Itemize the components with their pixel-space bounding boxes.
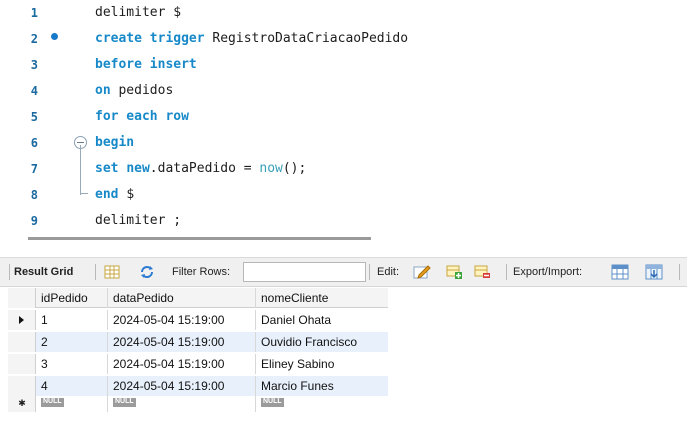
- row-header[interactable]: [8, 310, 36, 330]
- line-number: 6: [30, 136, 38, 150]
- code-text: on pedidos: [95, 83, 174, 98]
- toolbar-separator: [506, 264, 507, 280]
- column-header[interactable]: dataPedido: [108, 288, 256, 308]
- line-number: 8: [30, 188, 38, 202]
- line-number: 2: [30, 32, 38, 46]
- code-text: set new.dataPedido = now();: [95, 161, 307, 176]
- column-header[interactable]: idPedido: [36, 288, 108, 308]
- scrollbar-thumb[interactable]: [28, 237, 371, 240]
- grid-view-icon[interactable]: [104, 265, 120, 279]
- code-line[interactable]: 5 for each row: [0, 104, 687, 130]
- code-text: end $: [95, 187, 135, 202]
- line-number: 1: [30, 6, 38, 20]
- toolbar-separator: [369, 264, 370, 280]
- table-cell[interactable]: Daniel Ohata: [256, 310, 388, 330]
- table-cell[interactable]: 2024-05-04 15:19:00: [108, 310, 256, 330]
- row-header[interactable]: [8, 332, 36, 352]
- toolbar-separator: [9, 264, 10, 280]
- table-row[interactable]: 4 2024-05-04 15:19:00 Marcio Funes: [8, 376, 388, 396]
- null-cell[interactable]: NULL: [108, 396, 256, 412]
- code-line[interactable]: 6 begin: [0, 130, 687, 156]
- null-badge: NULL: [261, 398, 284, 407]
- add-row-icon[interactable]: [446, 265, 462, 279]
- fold-guide: [80, 145, 81, 195]
- import-icon[interactable]: [645, 264, 663, 280]
- line-number: 4: [30, 84, 38, 98]
- code-text: for each row: [95, 109, 189, 124]
- column-header[interactable]: nomeCliente: [256, 288, 388, 308]
- code-line[interactable]: 1 delimiter $: [0, 0, 687, 26]
- table-row[interactable]: 1 2024-05-04 15:19:00 Daniel Ohata: [8, 310, 388, 330]
- table-cell[interactable]: Ouvidio Francisco: [256, 332, 388, 352]
- row-header[interactable]: ✱: [8, 396, 36, 412]
- code-line[interactable]: 2 create trigger RegistroDataCriacaoPedid…: [0, 26, 687, 52]
- row-header[interactable]: [8, 376, 36, 396]
- filter-rows-input[interactable]: [243, 262, 366, 282]
- table-cell[interactable]: 2: [36, 332, 108, 352]
- null-cell[interactable]: NULL: [256, 396, 388, 412]
- line-number: 5: [30, 110, 38, 124]
- code-line[interactable]: 8 end $: [0, 182, 687, 208]
- table-cell[interactable]: 1: [36, 310, 108, 330]
- export-import-label: Export/Import:: [513, 266, 583, 278]
- table-row[interactable]: 3 2024-05-04 15:19:00 Eliney Sabino: [8, 354, 388, 374]
- table-cell[interactable]: 3: [36, 354, 108, 374]
- line-number: 3: [30, 58, 38, 72]
- edit-cell-icon[interactable]: [413, 264, 431, 280]
- null-cell[interactable]: NULL: [36, 396, 108, 412]
- refresh-icon[interactable]: [139, 265, 155, 279]
- edit-label: Edit:: [377, 266, 400, 278]
- new-row[interactable]: ✱ NULL NULL NULL: [8, 396, 388, 412]
- table-cell[interactable]: Eliney Sabino: [256, 354, 388, 374]
- row-header[interactable]: [8, 354, 36, 374]
- current-row-arrow-icon: [19, 316, 24, 324]
- code-line[interactable]: 7 set new.dataPedido = now();: [0, 156, 687, 182]
- fold-guide-end: [80, 193, 88, 194]
- code-text: before insert: [95, 57, 197, 72]
- toolbar-separator: [95, 264, 96, 280]
- table-cell[interactable]: 2024-05-04 15:19:00: [108, 354, 256, 374]
- toolbar-separator: [679, 264, 680, 280]
- sql-editor[interactable]: 1 delimiter $ 2 create trigger RegistroData…: [0, 0, 687, 242]
- table-cell[interactable]: 2024-05-04 15:19:00: [108, 376, 256, 396]
- grid-header-row: idPedido dataPedido nomeCliente: [8, 288, 388, 308]
- new-row-star-icon: ✱: [18, 398, 26, 408]
- delete-row-icon[interactable]: [474, 265, 490, 279]
- table-cell[interactable]: 2024-05-04 15:19:00: [108, 332, 256, 352]
- line-number: 7: [30, 162, 38, 176]
- export-icon[interactable]: [611, 264, 629, 280]
- table-cell[interactable]: Marcio Funes: [256, 376, 388, 396]
- code-line[interactable]: 4 on pedidos: [0, 78, 687, 104]
- null-badge: NULL: [41, 398, 64, 407]
- code-text: delimiter $: [95, 5, 182, 20]
- row-header-corner: [8, 288, 36, 308]
- table-cell[interactable]: 4: [36, 376, 108, 396]
- filter-rows-label: Filter Rows:: [172, 266, 231, 278]
- null-badge: NULL: [113, 398, 136, 407]
- table-row[interactable]: 2 2024-05-04 15:19:00 Ouvidio Francisco: [8, 332, 388, 352]
- code-line[interactable]: 3 before insert: [0, 52, 687, 78]
- editor-horizontal-scrollbar[interactable]: [0, 230, 687, 242]
- code-text: create trigger RegistroDataCriacaoPedido: [95, 31, 409, 46]
- result-grid-tab[interactable]: Result Grid: [14, 258, 73, 286]
- statement-marker-icon: [51, 33, 58, 40]
- result-toolbar: Result Grid Filter Rows: Edit: Export/Im…: [0, 257, 687, 287]
- code-text: begin: [95, 135, 135, 150]
